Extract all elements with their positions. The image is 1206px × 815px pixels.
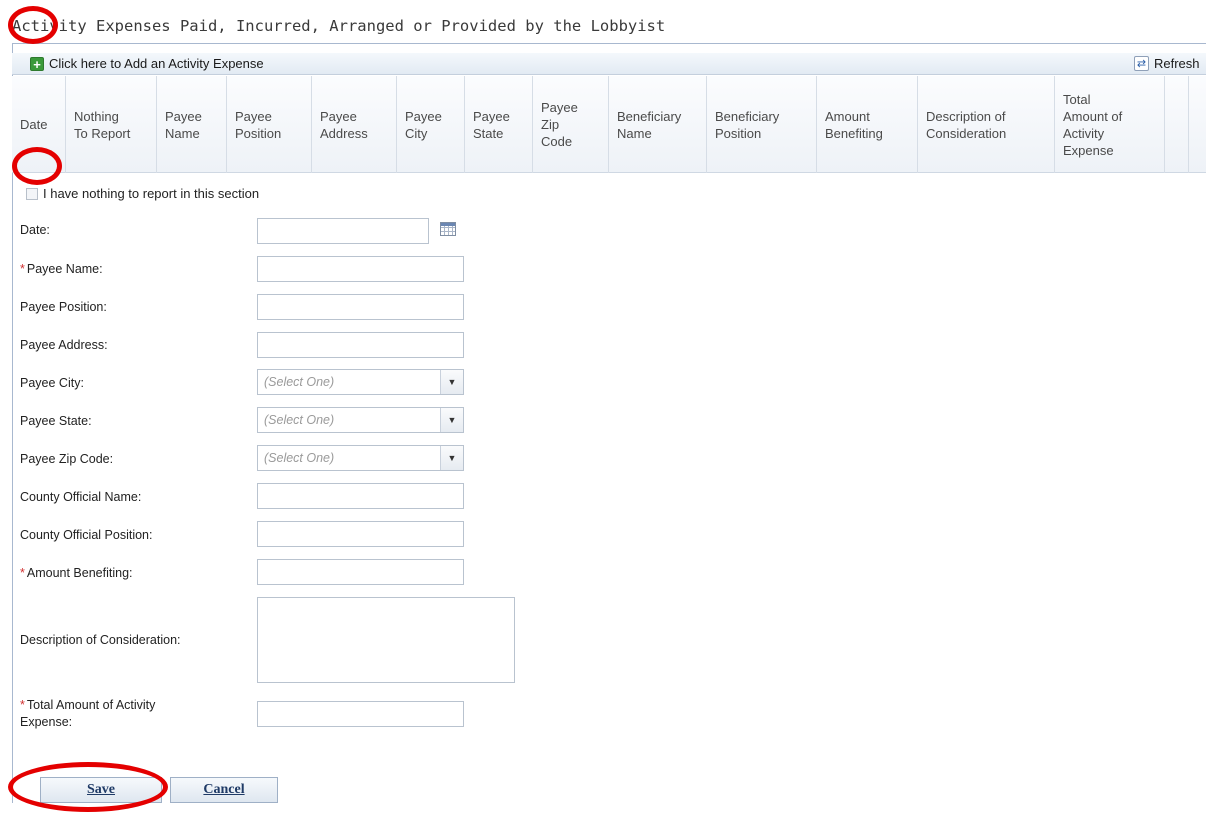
description-textarea[interactable] [257, 597, 515, 683]
chevron-down-icon: ▼ [440, 370, 463, 394]
payee-zip-label: Payee Zip Code: [20, 452, 114, 466]
add-activity-expense-label: Click here to Add an Activity Expense [49, 56, 264, 71]
total-amount-label: * Total Amount of Activity Expense: [20, 698, 156, 729]
column-payee-city[interactable]: Payee City [397, 76, 465, 173]
column-total-amount[interactable]: Total Amount of Activity Expense [1055, 76, 1165, 173]
column-spacer [1165, 76, 1189, 173]
grid-toolbar: + Click here to Add an Activity Expense … [12, 53, 1206, 75]
calendar-icon[interactable] [440, 222, 456, 236]
payee-name-label: * Payee Name: [20, 262, 103, 276]
refresh-label: Refresh [1154, 56, 1200, 71]
county-official-name-input[interactable] [257, 483, 464, 509]
description-label: Description of Consideration: [20, 633, 181, 647]
payee-position-input[interactable] [257, 294, 464, 320]
column-payee-zip-code[interactable]: Payee Zip Code [533, 76, 609, 173]
column-amount-benefiting[interactable]: Amount Benefiting [817, 76, 918, 173]
chevron-down-icon: ▼ [440, 408, 463, 432]
refresh-icon: ⇄ [1134, 56, 1149, 71]
payee-city-select[interactable]: (Select One) ▼ [257, 369, 464, 395]
column-nothing-to-report[interactable]: Nothing To Report [66, 76, 157, 173]
nothing-to-report-checkbox[interactable] [26, 188, 38, 200]
column-payee-state[interactable]: Payee State [465, 76, 533, 173]
payee-address-label: Payee Address: [20, 338, 108, 352]
plus-icon: + [30, 56, 44, 71]
payee-address-input[interactable] [257, 332, 464, 358]
total-amount-input[interactable] [257, 701, 464, 727]
cancel-button[interactable]: Cancel [170, 777, 278, 803]
county-official-position-label: County Official Position: [20, 528, 153, 542]
date-label: Date: [20, 223, 50, 237]
column-beneficiary-position[interactable]: Beneficiary Position [707, 76, 817, 173]
column-date[interactable]: Date [12, 76, 66, 173]
page-title: Activity Expenses Paid, Incurred, Arrang… [12, 17, 666, 35]
payee-state-select[interactable]: (Select One) ▼ [257, 407, 464, 433]
county-official-name-label: County Official Name: [20, 490, 142, 504]
column-beneficiary-name[interactable]: Beneficiary Name [609, 76, 707, 173]
column-payee-position[interactable]: Payee Position [227, 76, 312, 173]
column-payee-name[interactable]: Payee Name [157, 76, 227, 173]
county-official-position-input[interactable] [257, 521, 464, 547]
amount-benefiting-input[interactable] [257, 559, 464, 585]
payee-state-label: Payee State: [20, 414, 92, 428]
refresh-button[interactable]: ⇄ Refresh [1134, 56, 1200, 71]
save-button[interactable]: Save [40, 777, 162, 803]
payee-position-label: Payee Position: [20, 300, 107, 314]
payee-name-input[interactable] [257, 256, 464, 282]
grid-header-row: Date Nothing To Report Payee Name Payee … [12, 76, 1206, 173]
payee-zip-select[interactable]: (Select One) ▼ [257, 445, 464, 471]
amount-benefiting-label: * Amount Benefiting: [20, 566, 133, 580]
date-input[interactable] [257, 218, 429, 244]
nothing-to-report-label: I have nothing to report in this section [43, 186, 260, 201]
column-payee-address[interactable]: Payee Address [312, 76, 397, 173]
chevron-down-icon: ▼ [440, 446, 463, 470]
payee-city-label: Payee City: [20, 376, 84, 390]
column-description-of-consideration[interactable]: Description of Consideration [918, 76, 1055, 173]
add-activity-expense-button[interactable]: + Click here to Add an Activity Expense [30, 56, 264, 71]
